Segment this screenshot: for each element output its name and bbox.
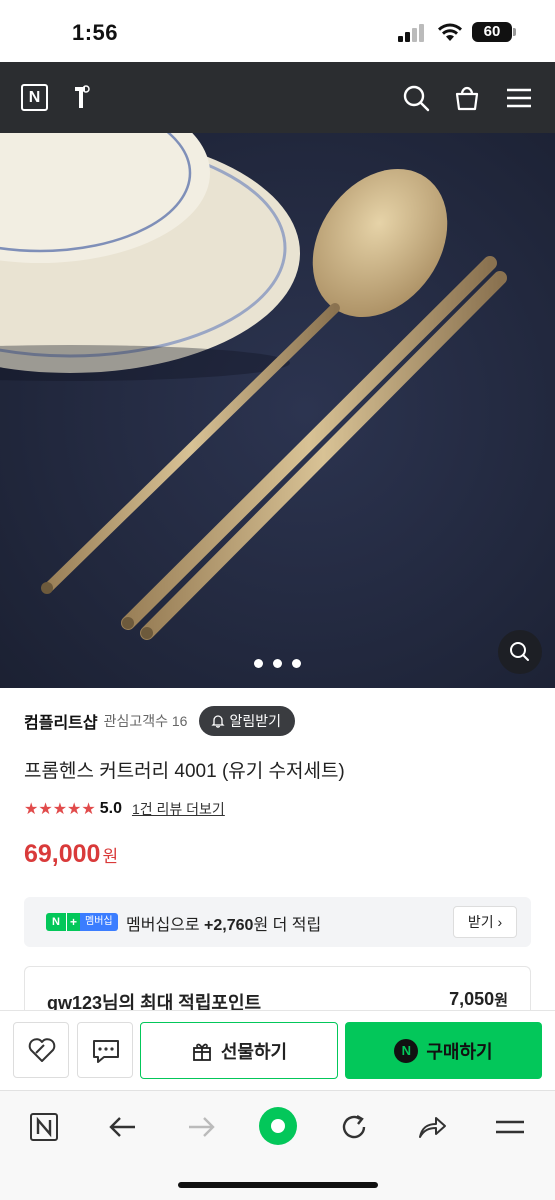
alarm-button[interactable]: 알림받기 — [199, 706, 296, 736]
n-home-icon[interactable]: N — [21, 84, 48, 111]
badge-plus: + — [66, 913, 80, 931]
status-time: 1:56 — [72, 20, 119, 45]
review-link[interactable]: 1건 리뷰 더보기 — [132, 799, 225, 819]
buy-button[interactable]: N 구매하기 — [345, 1022, 542, 1079]
gallery-dot[interactable] — [273, 659, 282, 668]
gift-icon — [192, 1043, 211, 1061]
wifi-icon — [438, 23, 462, 41]
app-header: N — [0, 62, 555, 133]
gallery-pagination[interactable] — [0, 655, 555, 673]
gallery-dot[interactable] — [254, 659, 263, 668]
heart-icon — [28, 1038, 56, 1062]
membership-amount: +2,760 — [204, 917, 254, 934]
home-indicator — [178, 1182, 378, 1188]
product-title: 프롬헨스 커트러리 4001 (유기 수저세트) — [24, 761, 345, 782]
green-dot-icon[interactable] — [257, 1105, 299, 1147]
points-amount: 7,050 — [449, 989, 495, 1009]
cellular-signal-icon — [398, 24, 428, 42]
membership-prefix: 멤버십으로 — [126, 917, 205, 934]
points-unit: 원 — [494, 992, 508, 1009]
membership-suffix: 원 더 적립 — [253, 917, 322, 934]
gift-label: 선물하기 — [220, 1041, 288, 1062]
back-arrow-icon[interactable] — [105, 1109, 141, 1145]
gallery-dot[interactable] — [292, 659, 301, 668]
zoom-button[interactable] — [498, 630, 542, 674]
wishlist-button[interactable] — [13, 1022, 69, 1078]
points-value: 7,050원 — [449, 989, 508, 1010]
zoom-search-icon — [510, 642, 529, 661]
buy-label: 구매하기 — [426, 1041, 493, 1062]
npay-icon: N — [394, 1038, 419, 1063]
purchase-bar: 선물하기 N 구매하기 — [0, 1010, 555, 1090]
search-icon[interactable] — [400, 82, 432, 114]
refresh-icon[interactable] — [336, 1109, 372, 1145]
badge-label: 멤버십 — [80, 913, 118, 931]
store-name[interactable]: 컴플리트샵 — [24, 709, 98, 733]
rating-stars: ★★★★★ — [24, 801, 96, 818]
membership-badge: N + 멤버십 — [46, 913, 118, 931]
cart-icon[interactable] — [451, 82, 483, 114]
share-icon[interactable] — [414, 1109, 450, 1145]
battery-indicator: 60 — [472, 22, 516, 42]
product-price: 69,000 — [24, 840, 101, 868]
membership-box: N + 멤버십 멤버십으로 +2,760원 더 적립 받기 › — [24, 897, 531, 947]
follower-count: 관심고객수 16 — [103, 713, 188, 729]
product-image[interactable] — [0, 133, 555, 688]
status-bar: 1:56 60 — [0, 0, 555, 62]
alarm-label: 알림받기 — [229, 713, 282, 729]
price-row: 69,000 원 — [24, 840, 118, 869]
bell-icon — [211, 715, 226, 728]
store-row: 컴플리트샵 관심고객수 16 알림받기 — [24, 706, 296, 736]
membership-text: 멤버십으로 +2,760원 더 적립 — [126, 911, 321, 935]
menu-icon[interactable] — [503, 82, 535, 114]
receive-button[interactable]: 받기 › — [453, 906, 517, 938]
badge-n: N — [46, 913, 66, 931]
menu-icon[interactable] — [492, 1109, 528, 1145]
chevron-right-icon: › — [493, 914, 503, 930]
product-photo — [0, 133, 555, 688]
rating-row: ★★★★★ 5.0 1건 리뷰 더보기 — [24, 797, 225, 821]
n-home-icon[interactable] — [26, 1109, 62, 1145]
gift-button[interactable]: 선물하기 — [140, 1022, 338, 1079]
price-currency: 원 — [102, 847, 119, 866]
rating-value: 5.0 — [99, 800, 122, 817]
chat-button[interactable] — [77, 1022, 133, 1078]
forward-arrow-icon[interactable] — [183, 1109, 219, 1145]
brand-icon[interactable] — [70, 82, 94, 112]
receive-label: 받기 — [467, 914, 494, 930]
chat-icon — [93, 1040, 119, 1063]
